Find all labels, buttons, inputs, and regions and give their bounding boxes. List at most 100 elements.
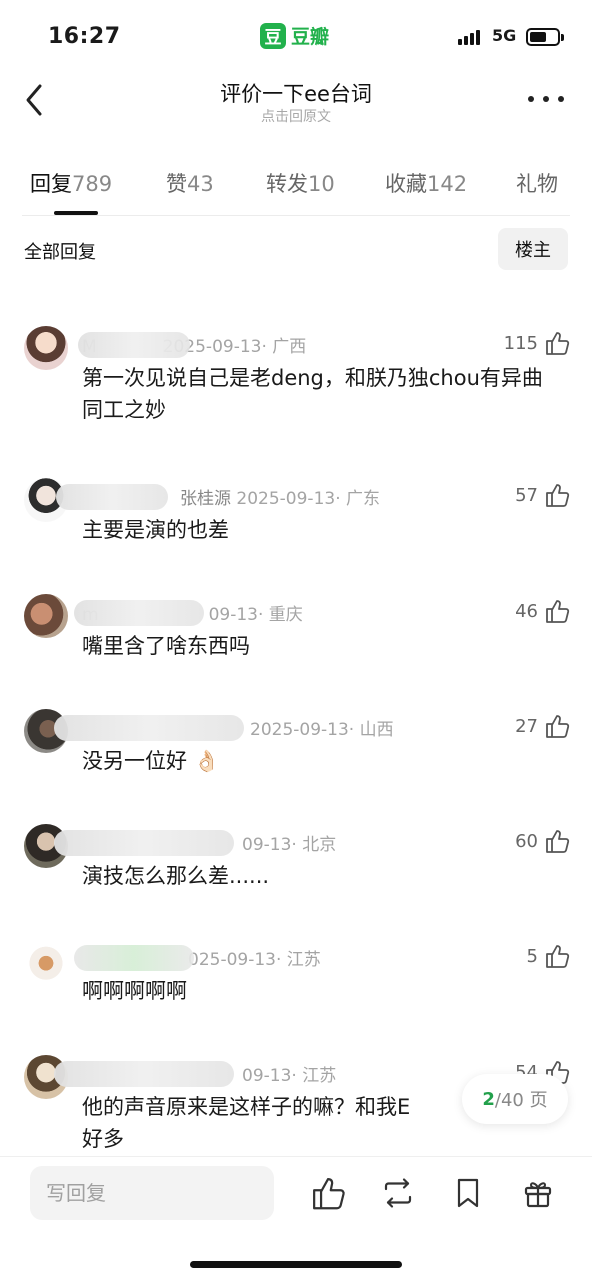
commenter-name[interactable]: 张桂源 — [180, 489, 231, 509]
tabs-divider — [22, 215, 570, 216]
comment-text: 演技怎么那么差...... — [82, 864, 270, 888]
home-indicator — [190, 1261, 402, 1268]
app-badge-name: 豆瓣 — [291, 26, 330, 48]
like-count: 115 — [503, 332, 538, 354]
more-menu-button[interactable] — [528, 84, 564, 114]
gift-button[interactable] — [520, 1175, 556, 1211]
comment-text: 主要是演的也差 — [82, 518, 229, 542]
network-type: 5G — [492, 26, 517, 45]
tab-reposts[interactable]: 转发10 — [266, 168, 335, 198]
tab-favorites-count: 142 — [427, 172, 468, 196]
bottom-action-bar — [0, 1156, 592, 1281]
thumbs-up-icon — [313, 1178, 345, 1210]
repost-icon — [384, 1178, 412, 1208]
name-redaction — [54, 830, 234, 856]
tab-likes-count: 43 — [187, 172, 214, 196]
nav-header: 评价一下ee台词 点击回原文 — [0, 70, 592, 132]
like-button[interactable]: 27 — [515, 713, 570, 739]
comment-meta: 2025-09-13· 山西 — [54, 715, 394, 741]
comment-location: · 广东 — [335, 489, 381, 509]
comment-text: 嘴里含了啥东西吗 — [82, 634, 250, 658]
comment-meta: M2025-09-13· 广西 — [78, 332, 307, 358]
like-post-button[interactable] — [310, 1175, 346, 1211]
tab-favorites-label: 收藏 — [385, 172, 427, 196]
comment-meta: m09-13· 重庆 — [74, 600, 303, 626]
like-count: 46 — [515, 600, 538, 622]
tab-reposts-count: 10 — [308, 172, 335, 196]
avatar[interactable] — [24, 939, 68, 983]
tab-gifts[interactable]: 礼物 — [516, 168, 558, 198]
tab-reposts-label: 转发 — [266, 172, 308, 196]
like-button[interactable]: 115 — [504, 330, 570, 356]
thumbs-up-icon — [546, 600, 570, 623]
like-count: 5 — [526, 945, 538, 967]
comment-meta: 09-13· 北京 — [54, 830, 337, 856]
comment-date: 025-09-13 — [188, 950, 276, 970]
thumbs-up-icon — [546, 945, 570, 968]
tab-replies[interactable]: 回复789 — [30, 168, 112, 198]
comment-location: · 重庆 — [257, 605, 303, 625]
tab-likes-label: 赞 — [166, 172, 187, 196]
repost-button[interactable] — [380, 1175, 416, 1211]
comment-location: · 江苏 — [275, 950, 321, 970]
avatar[interactable] — [24, 594, 68, 638]
comment-text: 第一次见说自己是老deng，和朕乃独chou有异曲同工之妙 — [82, 366, 543, 422]
like-button[interactable]: 5 — [527, 943, 570, 969]
like-button[interactable]: 60 — [515, 828, 570, 854]
name-redaction — [74, 600, 204, 626]
name-redaction — [74, 945, 194, 971]
total-pages: /40 页 — [494, 1090, 548, 1111]
pagination-indicator[interactable]: 2/40 页 — [462, 1074, 568, 1124]
tab-favorites[interactable]: 收藏142 — [385, 168, 467, 198]
tab-replies-count: 789 — [72, 172, 113, 196]
tab-gifts-label: 礼物 — [516, 172, 558, 196]
tab-replies-label: 回复 — [30, 172, 72, 196]
battery-icon — [526, 28, 564, 46]
thumbs-up-icon — [546, 715, 570, 738]
comment-location: · 北京 — [291, 835, 337, 855]
name-redaction — [54, 715, 244, 741]
bookmark-button[interactable] — [450, 1175, 486, 1211]
like-count: 27 — [515, 715, 538, 737]
thumbs-up-icon — [546, 830, 570, 853]
reply-input[interactable] — [30, 1166, 274, 1220]
op-only-filter-button[interactable]: 楼主 — [498, 228, 568, 270]
app-badge[interactable]: 豆 豆瓣 — [260, 22, 329, 49]
comment-location: · 江苏 — [291, 1066, 337, 1086]
name-redaction — [54, 1061, 234, 1087]
comment-date: 09-13 — [242, 1066, 292, 1086]
thumbs-up-icon — [546, 484, 570, 507]
comment-date: 2025-09-13 — [236, 489, 336, 509]
status-bar: 16:27 豆 豆瓣 5G — [0, 0, 592, 70]
comment-date: 2025-09-13 — [250, 720, 349, 740]
comment-text: 没另一位好 👌🏻 — [82, 749, 220, 773]
like-count: 60 — [515, 830, 538, 852]
more-dots-icon — [528, 96, 534, 102]
current-page: 2 — [482, 1088, 495, 1110]
bookmark-icon — [457, 1178, 479, 1208]
like-button[interactable]: 46 — [515, 598, 570, 624]
gift-icon — [524, 1182, 552, 1208]
comment-meta: 09-13· 江苏 — [54, 1061, 337, 1087]
comment-meta: 张桂源 2025-09-13· 广东 — [56, 484, 381, 510]
status-time: 16:27 — [48, 24, 121, 49]
cellular-signal-icon — [458, 30, 480, 45]
comment-location: · 山西 — [348, 720, 394, 740]
name-redaction — [78, 332, 190, 358]
reply-filter-row: 全部回复 楼主 — [0, 226, 592, 272]
avatar[interactable] — [24, 326, 68, 370]
tab-likes[interactable]: 赞43 — [166, 168, 214, 198]
tab-bar: 回复789 赞43 转发10 收藏142 礼物 — [0, 160, 592, 216]
comment-date: 09-13 — [208, 605, 258, 625]
thumbs-up-icon — [546, 332, 570, 355]
comment-text: 啊啊啊啊啊 — [82, 979, 187, 1003]
name-redaction — [56, 484, 168, 510]
all-replies-filter[interactable]: 全部回复 — [24, 238, 96, 264]
comment-meta: 025-09-13· 江苏 — [74, 945, 321, 971]
douban-logo-icon: 豆 — [260, 22, 286, 49]
comment-location: · 广西 — [261, 337, 307, 357]
like-button[interactable]: 57 — [515, 482, 570, 508]
like-count: 57 — [515, 484, 538, 506]
page-title[interactable]: 评价一下ee台词 — [0, 78, 592, 108]
back-to-original-link[interactable]: 点击回原文 — [0, 106, 592, 126]
